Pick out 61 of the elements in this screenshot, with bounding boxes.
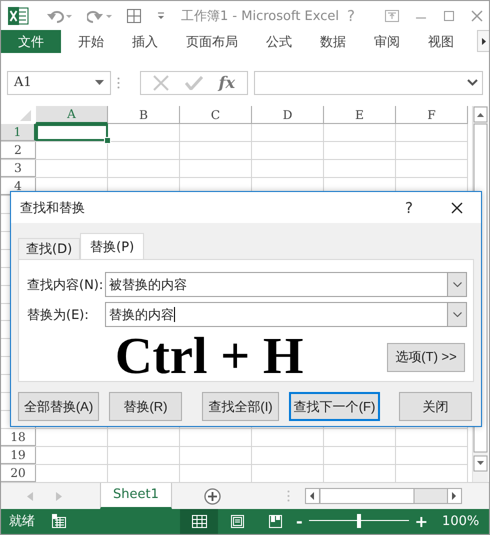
combo-box[interactable]: 替换的内容 (105, 302, 467, 327)
zoom-slider[interactable] (308, 513, 409, 530)
name-box[interactable]: A1 (7, 70, 111, 95)
active-cell[interactable] (36, 124, 108, 142)
row-header[interactable]: 18 (1, 428, 36, 446)
scroll-right-button[interactable] (477, 30, 489, 52)
window-title: 工作簿1 - Microsoft Excel (180, 8, 340, 25)
insert-function-button[interactable]: fx (218, 73, 236, 92)
new-sheet-icon[interactable] (204, 488, 221, 505)
maximize-icon[interactable] (443, 10, 455, 22)
zoom-in-button[interactable]: + (414, 512, 428, 531)
page-layout-icon[interactable] (230, 514, 244, 528)
customize-dropdown-icon[interactable] (157, 12, 165, 20)
enter-check-icon[interactable] (184, 76, 203, 90)
grip-icon (286, 490, 290, 502)
row-header[interactable]: 20 (1, 464, 36, 482)
help-button[interactable]: ? (405, 198, 425, 216)
formula-input[interactable] (254, 70, 483, 95)
macro-record-icon[interactable] (52, 514, 66, 528)
ribbon-tab[interactable]: 页面布局 (173, 30, 251, 53)
chevron-icon[interactable] (452, 282, 462, 287)
column-header[interactable]: A (36, 106, 108, 124)
grip-icon (117, 76, 120, 89)
dialog-button[interactable]: 查找全部(I) (202, 392, 279, 421)
options-button[interactable]: 选项(T) >> (387, 342, 465, 372)
shortcut-annotation: Ctrl + H (115, 332, 304, 382)
zoom-level[interactable]: 100% (442, 514, 480, 529)
dialog-button[interactable]: 替换(R) (109, 392, 182, 421)
ribbon-tab[interactable]: 公式 (253, 30, 305, 53)
row-header[interactable]: 19 (1, 446, 36, 464)
status-text: 就绪 (9, 513, 35, 530)
zoom-out-button[interactable]: - (296, 512, 303, 531)
page-break-icon[interactable] (268, 514, 282, 528)
excel-logo-icon[interactable] (7, 6, 29, 26)
dialog-button[interactable]: 查找下一个(F) (289, 392, 380, 421)
dialog-button[interactable]: 全部替换(A) (18, 392, 99, 421)
caret-icon[interactable] (482, 38, 486, 45)
ribbon-tab[interactable]: 数据 (307, 30, 359, 53)
ribbon-tab[interactable]: 开始 (65, 30, 117, 53)
redo-icon[interactable] (87, 8, 113, 23)
dialog-title: 查找和替换 (20, 200, 86, 216)
row-header[interactable]: 2 (1, 142, 36, 160)
expand-chevron-icon[interactable] (467, 79, 478, 86)
dialog-tab[interactable]: 替换(P) (80, 233, 144, 259)
field-label: 查找内容(N): (27, 276, 104, 294)
ribbon-tab[interactable]: 审阅 (361, 30, 413, 53)
row-header[interactable]: 1 (1, 124, 36, 142)
ribbon-tab[interactable]: 插入 (119, 30, 171, 53)
field-label: 替换为(E): (27, 306, 90, 324)
undo-icon[interactable] (47, 8, 73, 23)
sheet-tab[interactable]: Sheet1 (100, 482, 172, 509)
ribbon-tab[interactable]: 视图 (415, 30, 467, 53)
normal-view-button[interactable] (180, 508, 218, 534)
normal-view-icon[interactable] (192, 514, 206, 528)
chevron-icon[interactable] (452, 312, 462, 317)
table-icon[interactable] (127, 8, 141, 23)
horizontal-scrollbar[interactable] (304, 488, 462, 504)
row-header[interactable]: 3 (1, 160, 36, 178)
close-icon[interactable] (451, 202, 463, 214)
dialog-button[interactable]: 关闭 (399, 392, 472, 421)
combo-box[interactable]: 被替换的内容 (105, 272, 467, 297)
